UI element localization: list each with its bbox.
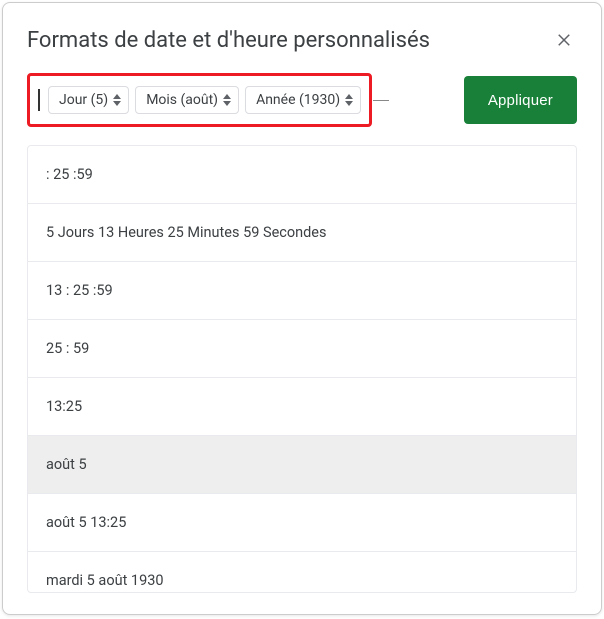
format-list-item[interactable]: août 5 13:25 — [28, 494, 576, 552]
token-label: Mois (août) — [146, 92, 218, 108]
format-list-item[interactable]: 25 : 59 — [28, 320, 576, 378]
format-list-container: : 25 :595 Jours 13 Heures 25 Minutes 59 … — [27, 145, 577, 593]
apply-button[interactable]: Appliquer — [464, 76, 577, 124]
text-cursor — [38, 89, 40, 111]
close-button[interactable] — [551, 27, 577, 53]
token-month[interactable]: Mois (août) — [135, 86, 239, 114]
dialog-header: Formats de date et d'heure personnalisés — [27, 27, 577, 53]
format-list-item[interactable]: : 25 :59 — [28, 146, 576, 204]
token-day[interactable]: Jour (5) — [48, 86, 129, 114]
chevron-updown-icon — [112, 94, 122, 106]
token-year[interactable]: Année (1930) — [245, 86, 361, 114]
token-label: Jour (5) — [59, 92, 108, 108]
chevron-updown-icon — [222, 94, 232, 106]
format-list-item[interactable]: mardi 5 août 1930 — [28, 552, 576, 592]
format-list-item[interactable]: août 5 — [28, 436, 576, 494]
format-list-item[interactable]: 13:25 — [28, 378, 576, 436]
format-list-item[interactable]: 5 Jours 13 Heures 25 Minutes 59 Secondes — [28, 204, 576, 262]
controls-row: Jour (5) Mois (août) Année (1930) — [27, 73, 577, 127]
format-list-item[interactable]: 13 : 25 :59 — [28, 262, 576, 320]
token-label: Année (1930) — [256, 92, 340, 108]
close-icon — [555, 31, 573, 49]
format-tokens-container: Jour (5) Mois (août) Année (1930) — [27, 73, 372, 127]
format-list[interactable]: : 25 :595 Jours 13 Heures 25 Minutes 59 … — [28, 146, 576, 592]
chevron-updown-icon — [344, 94, 354, 106]
dialog-title: Formats de date et d'heure personnalisés — [27, 28, 430, 53]
custom-datetime-dialog: Formats de date et d'heure personnalisés… — [2, 2, 602, 615]
